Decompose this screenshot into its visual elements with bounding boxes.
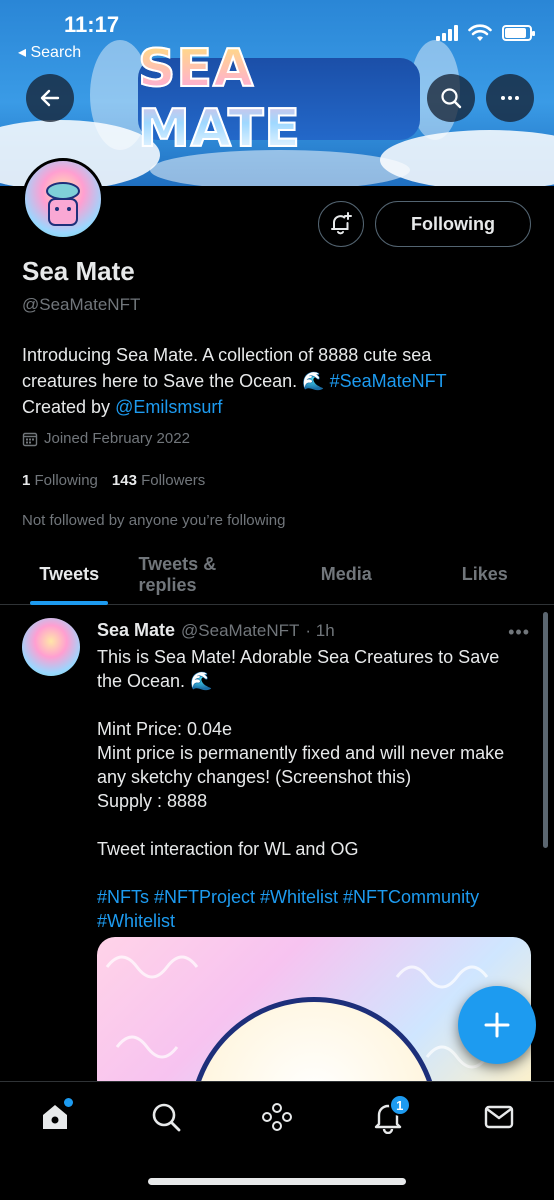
mail-icon	[484, 1105, 513, 1129]
joined-text: Joined February 2022	[44, 430, 190, 447]
signal-icon	[436, 25, 458, 41]
tweet-text: This is Sea Mate! Adorable Sea Creatures…	[97, 647, 505, 859]
profile-display-name: Sea Mate	[22, 256, 135, 286]
status-icons	[436, 24, 535, 42]
nav-notifications[interactable]: 1	[363, 1094, 413, 1140]
search-icon	[152, 1103, 181, 1132]
status-time: 11:17	[64, 12, 120, 37]
nav-home[interactable]	[30, 1098, 80, 1140]
sea-creature-avatar-icon	[46, 182, 80, 226]
profile-avatar[interactable]	[22, 158, 104, 240]
compose-tweet-button[interactable]	[458, 986, 536, 1064]
not-followed-notice: Not followed by anyone you’re following	[22, 512, 286, 529]
following-button[interactable]: Following	[375, 201, 531, 247]
bio-text: creatures here to Save the Ocean. 🌊	[22, 371, 330, 391]
bio-hashtag-link[interactable]: #SeaMateNFT	[330, 371, 447, 391]
sea-creature-avatar-icon	[22, 618, 80, 676]
back-button[interactable]	[26, 74, 74, 122]
battery-icon	[502, 25, 535, 41]
tweet-author-handle: @SeaMateNFT	[181, 621, 300, 640]
following-count-link[interactable]: 1 Following	[22, 472, 98, 489]
notification-count-badge: 1	[388, 1094, 411, 1116]
bell-plus-icon	[331, 212, 352, 235]
follow-stats: 1 Following 143 Followers	[22, 472, 205, 489]
tweet-timestamp: · 1h	[305, 621, 335, 640]
home-indicator[interactable]	[148, 1178, 406, 1185]
tab-media[interactable]: Media	[277, 545, 416, 604]
tweet-avatar[interactable]	[22, 618, 80, 676]
more-options-button[interactable]	[486, 74, 534, 122]
search-button[interactable]	[427, 74, 475, 122]
banner-logo: SEA MATE	[137, 38, 420, 160]
search-icon	[441, 88, 462, 109]
tweet-body: Sea Mate @SeaMateNFT · 1h This is Sea Ma…	[97, 618, 527, 933]
bio-text: Created by	[22, 397, 116, 417]
tweet-hashtags[interactable]: #NFTs #NFTProject #Whitelist #NFTCommuni…	[97, 885, 527, 933]
notifications-button[interactable]	[318, 201, 364, 247]
wifi-icon	[468, 24, 492, 41]
status-back-label: Search	[30, 44, 82, 61]
plus-icon	[484, 1012, 510, 1038]
bio-line: Created by @Emilsmsurf	[22, 394, 522, 420]
bio-mention-link[interactable]: @Emilsmsurf	[115, 397, 222, 417]
nav-spaces[interactable]	[252, 1100, 302, 1140]
scrollbar[interactable]	[543, 612, 548, 848]
joined-date: Joined February 2022	[22, 430, 190, 447]
tweet-header: Sea Mate @SeaMateNFT · 1h	[97, 618, 527, 643]
followers-count-link[interactable]: 143 Followers	[112, 472, 205, 489]
nav-messages[interactable]	[474, 1100, 524, 1140]
bio-line: creatures here to Save the Ocean. 🌊 #Sea…	[22, 368, 522, 394]
profile-handle: @SeaMateNFT	[22, 295, 141, 314]
spaces-icon	[261, 1103, 292, 1131]
tweet-author-name[interactable]: Sea Mate	[97, 618, 175, 642]
status-back-to-search[interactable]: ◂ Search	[18, 42, 81, 62]
calendar-icon	[22, 432, 38, 446]
profile-bio: Introducing Sea Mate. A collection of 88…	[22, 342, 522, 420]
tab-tweets-and-replies[interactable]: Tweets & replies	[139, 545, 278, 604]
profile-tabs: Tweets Tweets & replies Media Likes	[0, 545, 554, 605]
banner-logo-text: SEA MATE	[137, 38, 420, 160]
tab-likes[interactable]: Likes	[416, 545, 554, 604]
bio-line: Introducing Sea Mate. A collection of 88…	[22, 345, 432, 365]
tab-tweets[interactable]: Tweets	[0, 545, 139, 605]
arrow-left-icon	[40, 89, 60, 107]
nav-search[interactable]	[141, 1100, 191, 1140]
more-dots-icon	[501, 96, 519, 100]
